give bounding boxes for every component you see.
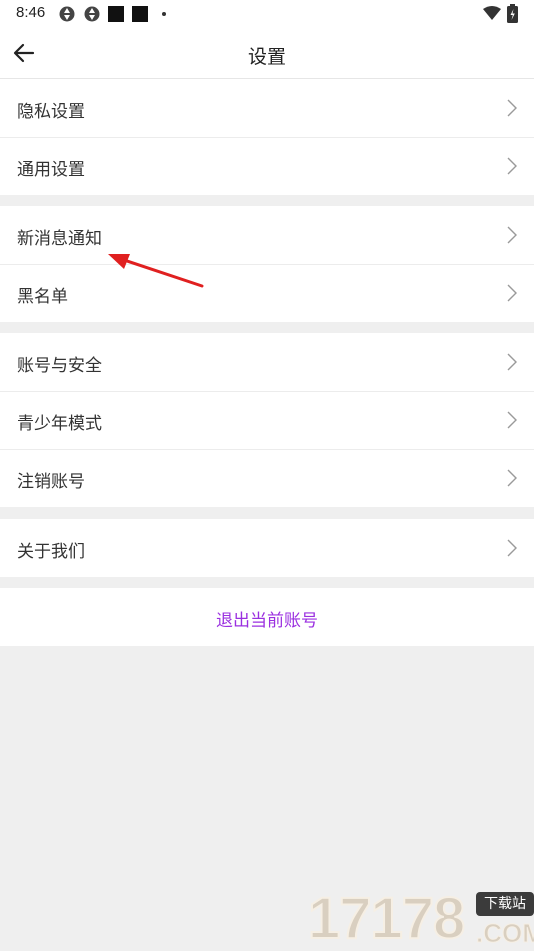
annotation-arrow-icon xyxy=(108,254,204,288)
logout-label: 退出当前账号 xyxy=(216,611,318,631)
app-square-icon xyxy=(132,6,148,22)
row-new-message-notification[interactable]: 新消息通知 xyxy=(0,206,534,264)
row-label: 账号与安全 xyxy=(17,356,102,376)
dot-icon xyxy=(162,12,166,16)
chevron-right-icon xyxy=(507,99,517,117)
row-label: 注销账号 xyxy=(17,472,85,492)
row-label: 黑名单 xyxy=(17,287,68,307)
wifi-icon xyxy=(483,6,501,25)
watermark-logo: 17178 下载站 .COM xyxy=(307,886,534,951)
sync-icon xyxy=(58,5,76,27)
status-time: 8:46 xyxy=(16,4,46,21)
settings-group-3: 账号与安全 青少年模式 注销账号 xyxy=(0,333,534,507)
chevron-right-icon xyxy=(507,411,517,429)
row-label: 关于我们 xyxy=(17,542,85,562)
row-about-us[interactable]: 关于我们 xyxy=(0,519,534,577)
logout-button[interactable]: 退出当前账号 xyxy=(0,588,534,646)
battery-charging-icon xyxy=(507,4,518,27)
logout-group: 退出当前账号 xyxy=(0,588,534,646)
status-bar: 8:46 xyxy=(0,0,534,28)
row-label: 青少年模式 xyxy=(17,414,102,434)
watermark-badge: 下载站 xyxy=(476,892,534,916)
app-square-icon xyxy=(108,6,124,22)
settings-group-4: 关于我们 xyxy=(0,519,534,577)
chevron-right-icon xyxy=(507,157,517,175)
row-label: 通用设置 xyxy=(17,160,85,180)
settings-group-2: 新消息通知 黑名单 xyxy=(0,206,534,322)
settings-group-1: 隐私设置 通用设置 xyxy=(0,79,534,195)
row-account-security[interactable]: 账号与安全 xyxy=(0,333,534,391)
page-title: 设置 xyxy=(247,46,286,68)
watermark-digits: 17178 xyxy=(307,886,466,951)
row-general-settings[interactable]: 通用设置 xyxy=(0,137,534,195)
row-delete-account[interactable]: 注销账号 xyxy=(0,449,534,507)
row-label: 隐私设置 xyxy=(17,102,85,122)
chevron-right-icon xyxy=(507,353,517,371)
chevron-right-icon xyxy=(507,284,517,302)
watermark-suffix: .COM xyxy=(476,918,534,948)
navigation-bar: 设置 xyxy=(0,28,534,79)
row-privacy-settings[interactable]: 隐私设置 xyxy=(0,79,534,137)
row-blacklist[interactable]: 黑名单 xyxy=(0,264,534,322)
chevron-right-icon xyxy=(507,539,517,557)
sync-icon xyxy=(83,5,101,27)
row-label: 新消息通知 xyxy=(17,229,102,249)
chevron-right-icon xyxy=(507,469,517,487)
row-teen-mode[interactable]: 青少年模式 xyxy=(0,391,534,449)
chevron-right-icon xyxy=(507,226,517,244)
